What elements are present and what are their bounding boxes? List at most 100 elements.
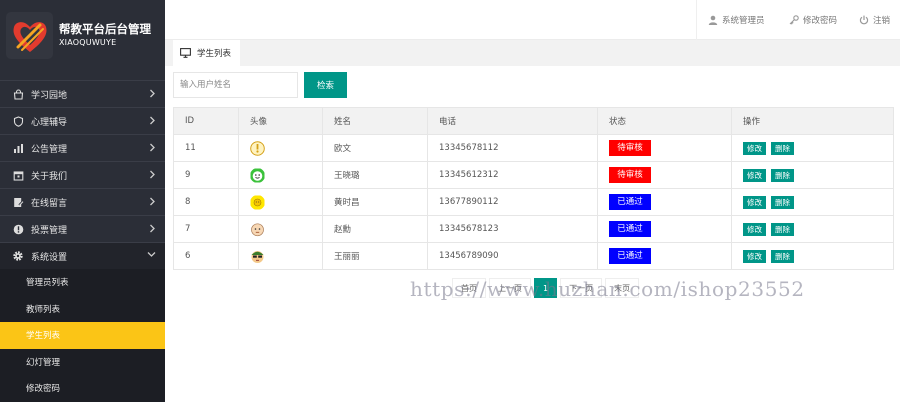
chevron-right-icon (149, 224, 156, 236)
chevron-right-icon (149, 197, 156, 209)
column-header-actions: 操作 (731, 107, 894, 135)
delete-button[interactable]: 删除 (771, 195, 794, 209)
tab-student-list[interactable]: 学生列表 (173, 40, 240, 66)
cell-avatar (238, 188, 323, 216)
sidebar-item-notices[interactable]: 公告管理 (0, 134, 165, 161)
edit-button[interactable]: 修改 (743, 249, 766, 263)
cell-phone: 13345678123 (427, 215, 598, 243)
avatar (250, 140, 265, 156)
message-icon (12, 196, 24, 208)
avatar (250, 195, 265, 209)
avatar (251, 222, 264, 236)
avatar (250, 168, 265, 182)
shield-icon (12, 115, 24, 127)
admin-user-link[interactable]: 系统管理员 (708, 14, 765, 26)
monitor-icon (180, 48, 191, 58)
edit-button[interactable]: 修改 (743, 195, 766, 209)
sidebar-item-votes[interactable]: 投票管理 (0, 215, 165, 242)
power-icon (859, 15, 869, 25)
status-badge: 已通过 (609, 221, 651, 237)
brand-title: 帮教平台后台管理 (59, 22, 151, 36)
edit-button[interactable]: 修改 (743, 222, 766, 236)
column-header-phone: 电话 (427, 107, 598, 135)
table-row: 7 赵勳 13345678123 已通过 修改 删除 (173, 215, 894, 243)
sidebar-subitem-password[interactable]: 修改密码 (0, 375, 165, 402)
brand-subtitle: XIAOQUWUYE (59, 38, 117, 47)
brand-header: 帮教平台后台管理 XIAOQUWUYE (0, 0, 165, 66)
search-input[interactable] (173, 72, 298, 98)
cell-actions: 修改 删除 (731, 215, 894, 243)
cell-id: 7 (173, 215, 239, 243)
sidebar-subitem-teachers[interactable]: 教师列表 (0, 295, 165, 322)
cell-actions: 修改 删除 (731, 134, 894, 162)
cell-avatar (238, 134, 323, 162)
table-row: 9 王晓璐 13345612312 待审核 修改 删除 (173, 161, 894, 189)
logout-link[interactable]: 注销 (859, 14, 890, 26)
cell-actions: 修改 删除 (731, 188, 894, 216)
cell-phone: 13345612312 (427, 161, 598, 189)
cell-phone: 13456789090 (427, 242, 598, 270)
sidebar-item-label: 在线留言 (31, 198, 68, 209)
cell-status: 待审核 (597, 161, 732, 189)
sidebar-subitem-admins[interactable]: 管理员列表 (0, 269, 165, 296)
search-button[interactable]: 检索 (304, 72, 347, 98)
table-row: 8 黄时昌 13677890112 已通过 修改 删除 (173, 188, 894, 216)
admin-label: 系统管理员 (722, 16, 765, 26)
cell-id: 11 (173, 134, 239, 162)
cell-id: 8 (173, 188, 239, 216)
sidebar-item-label: 关于我们 (31, 171, 68, 182)
cell-name: 黄时昌 (322, 188, 428, 216)
cell-name: 赵勳 (322, 215, 428, 243)
change-password-label: 修改密码 (803, 16, 838, 26)
chevron-right-icon (149, 116, 156, 128)
column-header-id: ID (173, 107, 239, 135)
edit-button[interactable]: 修改 (743, 141, 766, 155)
cell-actions: 修改 删除 (731, 242, 894, 270)
status-badge: 待审核 (609, 167, 651, 183)
cell-avatar (238, 161, 323, 189)
sidebar-subitem-slides[interactable]: 幻灯管理 (0, 348, 165, 375)
table-row: 6 王丽丽 13456789090 已通过 修改 删除 (173, 242, 894, 270)
sidebar-item-settings[interactable]: 系统设置 (0, 242, 165, 269)
cell-name: 王晓璐 (322, 161, 428, 189)
delete-button[interactable]: 删除 (771, 249, 794, 263)
user-icon (708, 15, 718, 25)
sidebar-menu: 学习园地 心理辅导 公告管理 关于我们 在线留言 投票管理 系统设置 管理员列表… (0, 80, 165, 402)
cell-actions: 修改 删除 (731, 161, 894, 189)
cell-id: 9 (173, 161, 239, 189)
chevron-down-icon (147, 251, 156, 261)
change-password-link[interactable]: 修改密码 (789, 14, 837, 26)
column-header-status: 状态 (597, 107, 732, 135)
edit-button[interactable]: 修改 (743, 168, 766, 182)
info-icon (12, 223, 24, 235)
sidebar-item-messages[interactable]: 在线留言 (0, 188, 165, 215)
delete-button[interactable]: 删除 (771, 222, 794, 236)
cell-name: 王丽丽 (322, 242, 428, 270)
sidebar-item-counseling[interactable]: 心理辅导 (0, 107, 165, 134)
cell-phone: 13345678112 (427, 134, 598, 162)
logout-label: 注销 (873, 16, 891, 26)
delete-button[interactable]: 删除 (771, 168, 794, 182)
cell-status: 已通过 (597, 188, 732, 216)
sidebar-item-label: 公告管理 (31, 144, 68, 155)
cell-avatar (238, 215, 323, 243)
top-header: 系统管理员 修改密码 注销 (165, 0, 900, 40)
sidebar-item-study[interactable]: 学习园地 (0, 80, 165, 107)
sidebar-item-label: 系统设置 (31, 252, 68, 263)
logo-icon (6, 12, 53, 59)
chevron-right-icon (149, 89, 156, 101)
sidebar: 帮教平台后台管理 XIAOQUWUYE 学习园地 心理辅导 公告管理 关于我们 … (0, 0, 165, 402)
key-icon (789, 15, 799, 25)
cell-avatar (238, 242, 323, 270)
shopping-bag-icon (12, 88, 24, 100)
sidebar-subitem-students[interactable]: 学生列表 (0, 322, 165, 349)
delete-button[interactable]: 删除 (771, 141, 794, 155)
watermark: https://www.huzhan.com/ishop23552 (410, 277, 805, 301)
tab-label: 学生列表 (197, 49, 232, 59)
sidebar-item-label: 心理辅导 (31, 117, 68, 128)
sidebar-item-about[interactable]: 关于我们 (0, 161, 165, 188)
avatar (251, 250, 264, 263)
status-badge: 待审核 (609, 140, 651, 156)
cell-name: 欧文 (322, 134, 428, 162)
gear-icon (12, 250, 24, 262)
